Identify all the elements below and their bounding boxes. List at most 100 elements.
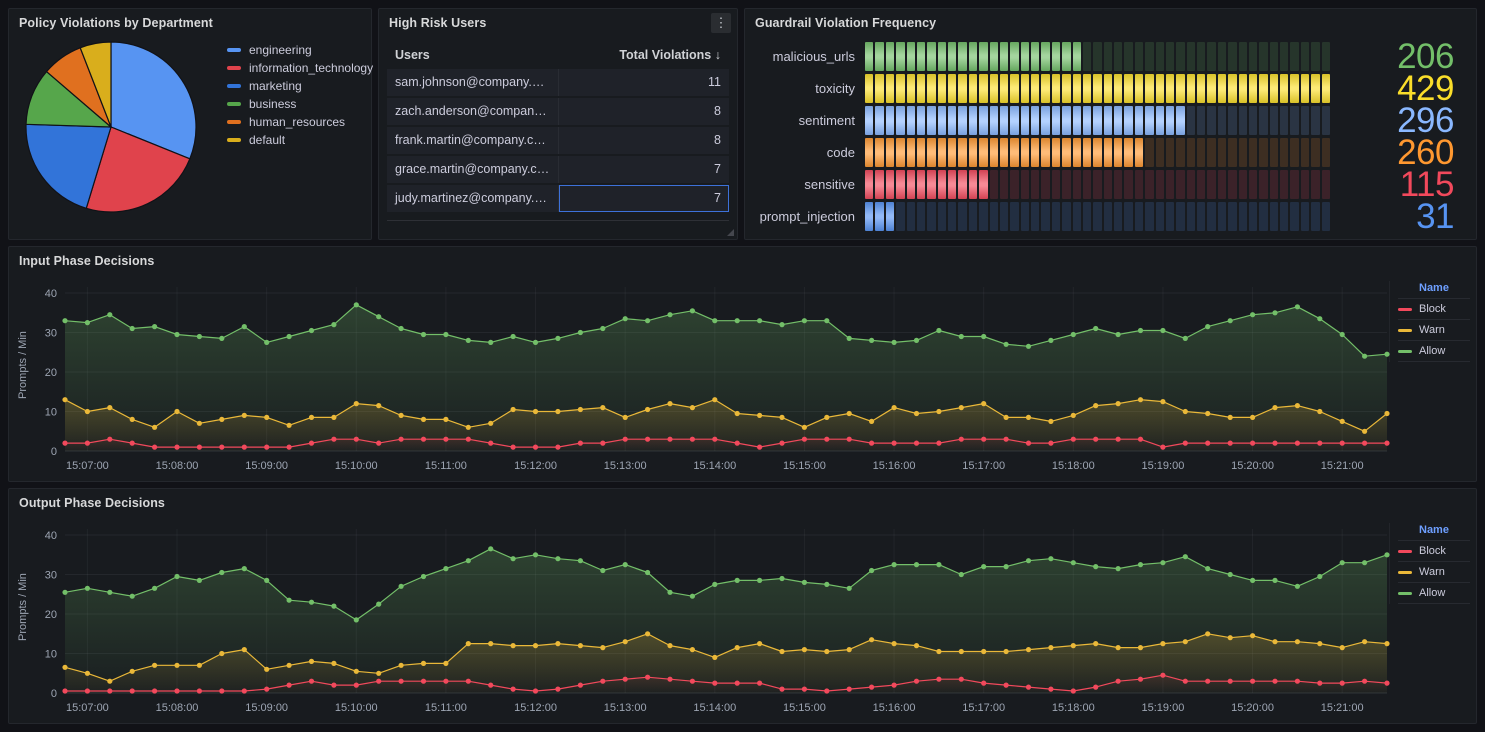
- legend-item-warn[interactable]: Warn: [1398, 562, 1470, 583]
- gauge-bar-toxicity[interactable]: [865, 74, 1330, 103]
- gauge-cell: [1124, 138, 1132, 167]
- gauge-cell: [1135, 138, 1143, 167]
- table-row-2[interactable]: frank.martin@company.com8: [387, 127, 729, 154]
- user-email-cell[interactable]: grace.martin@company.com: [387, 156, 558, 183]
- gauge-cell: [1021, 202, 1029, 231]
- input-timeseries-plot[interactable]: 01020304015:07:0015:08:0015:09:0015:10:0…: [9, 273, 1399, 479]
- total-violations-cell[interactable]: 11: [558, 69, 729, 96]
- output-timeseries-plot[interactable]: 01020304015:07:0015:08:0015:09:0015:10:0…: [9, 515, 1399, 721]
- user-email-cell[interactable]: frank.martin@company.com: [387, 127, 558, 154]
- pie-legend-item-business[interactable]: business: [227, 95, 373, 113]
- gauge-bar-sensitive[interactable]: [865, 170, 1330, 199]
- gauge-cell: [1135, 170, 1143, 199]
- legend-item-block[interactable]: Block: [1398, 299, 1470, 320]
- gauge-cell: [896, 74, 904, 103]
- gauge-cell: [907, 138, 915, 167]
- column-header-total-violations[interactable]: Total Violations ↓: [558, 48, 729, 62]
- gauge-cell: [896, 42, 904, 71]
- gauge-label: sentiment: [753, 113, 857, 128]
- gauge-cell: [969, 170, 977, 199]
- gauge-cell: [1228, 170, 1236, 199]
- pie-legend-item-engineering[interactable]: engineering: [227, 41, 373, 59]
- gauge-bar-code[interactable]: [865, 138, 1330, 167]
- gauge-value-toxicity: 429: [1338, 74, 1454, 103]
- panel-resize-handle[interactable]: [727, 229, 734, 236]
- gauge-cell: [1322, 202, 1330, 231]
- gauge-cell: [979, 74, 987, 103]
- gauge-cell: [958, 138, 966, 167]
- gauge-cell: [1322, 74, 1330, 103]
- table-row-1[interactable]: zach.anderson@company.c...8: [387, 98, 729, 125]
- legend-item-allow[interactable]: Allow: [1398, 583, 1470, 604]
- gauge-bar-sentiment[interactable]: [865, 106, 1330, 135]
- gauge-cell: [1052, 170, 1060, 199]
- gauge-cell: [948, 138, 956, 167]
- gauge-cell: [1228, 138, 1236, 167]
- gauge-cell: [1114, 106, 1122, 135]
- gauge-cell: [1322, 170, 1330, 199]
- panel-header: Input Phase Decisions: [9, 247, 1476, 275]
- legend-label: Warn: [1419, 566, 1445, 578]
- panel-title: High Risk Users: [389, 16, 486, 30]
- panel-input-phase-decisions: Input Phase Decisions Prompts / Min 0102…: [8, 246, 1477, 482]
- pie-legend-item-marketing[interactable]: marketing: [227, 77, 373, 95]
- gauge-row-sentiment: sentiment296: [753, 106, 1454, 135]
- panel-title: Policy Violations by Department: [19, 16, 213, 30]
- gauge-cell: [1010, 170, 1018, 199]
- legend-item-warn[interactable]: Warn: [1398, 320, 1470, 341]
- gauge-cell: [1073, 170, 1081, 199]
- panel-menu-icon[interactable]: ⋮: [711, 13, 731, 33]
- gauge-cell: [1041, 106, 1049, 135]
- user-email-cell[interactable]: sam.johnson@company.com: [387, 69, 558, 96]
- total-violations-cell[interactable]: 8: [558, 98, 729, 125]
- pie-legend-item-human_resources[interactable]: human_resources: [227, 113, 373, 131]
- input-legend: NameBlockWarnAllow: [1389, 281, 1470, 362]
- total-violations-cell[interactable]: 8: [558, 127, 729, 154]
- column-header-users[interactable]: Users: [387, 48, 558, 62]
- total-violations-cell[interactable]: 7: [558, 185, 729, 212]
- table-row-4[interactable]: judy.martinez@company.com7: [387, 185, 729, 212]
- gauge-cell: [1124, 106, 1132, 135]
- gauge-cell: [1322, 106, 1330, 135]
- gauge-bar-malicious_urls[interactable]: [865, 42, 1330, 71]
- table-row-0[interactable]: sam.johnson@company.com11: [387, 69, 729, 96]
- legend-name-header[interactable]: Name: [1398, 281, 1470, 299]
- user-email-cell[interactable]: judy.martinez@company.com: [387, 185, 558, 212]
- gauge-cell: [1021, 42, 1029, 71]
- gauge-cell: [1031, 74, 1039, 103]
- legend-item-block[interactable]: Block: [1398, 541, 1470, 562]
- gauge-cell: [1156, 170, 1164, 199]
- panel-header: Policy Violations by Department: [9, 9, 371, 37]
- gauge-cell: [990, 170, 998, 199]
- user-email-cell[interactable]: zach.anderson@company.c...: [387, 98, 558, 125]
- panel-header: Guardrail Violation Frequency: [745, 9, 1476, 37]
- table-row-3[interactable]: grace.martin@company.com7: [387, 156, 729, 183]
- legend-swatch: [1398, 550, 1412, 553]
- svg-text:15:08:00: 15:08:00: [156, 460, 199, 472]
- gauge-cell: [1041, 74, 1049, 103]
- gauge-cell: [917, 170, 925, 199]
- legend-name-header[interactable]: Name: [1398, 523, 1470, 541]
- gauge-cell: [1176, 106, 1184, 135]
- gauge-cell: [1259, 170, 1267, 199]
- gauge-cell: [1145, 170, 1153, 199]
- pie-legend-item-information_technology[interactable]: information_technology: [227, 59, 373, 77]
- gauge-cell: [875, 106, 883, 135]
- total-violations-cell[interactable]: 7: [558, 156, 729, 183]
- svg-text:15:07:00: 15:07:00: [66, 460, 109, 472]
- pie-legend-item-default[interactable]: default: [227, 131, 373, 149]
- gauge-cell: [1311, 74, 1319, 103]
- gauge-cell: [1249, 138, 1257, 167]
- legend-swatch: [227, 84, 241, 88]
- gauge-cell: [1311, 106, 1319, 135]
- gauge-cell: [1010, 202, 1018, 231]
- gauge-cell: [1166, 138, 1174, 167]
- gauge-bar-prompt_injection[interactable]: [865, 202, 1330, 231]
- legend-item-allow[interactable]: Allow: [1398, 341, 1470, 362]
- gauge-cell: [927, 106, 935, 135]
- gauge-cell: [1228, 74, 1236, 103]
- gauge-row-code: code260: [753, 138, 1454, 167]
- gauge-cell: [1104, 170, 1112, 199]
- legend-swatch: [227, 120, 241, 124]
- gauge-cell: [1249, 170, 1257, 199]
